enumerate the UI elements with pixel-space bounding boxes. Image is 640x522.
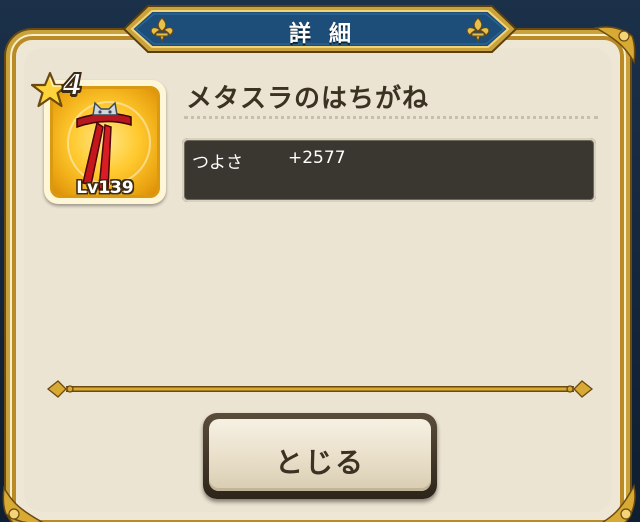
detail-dialog: 詳細 4 Lv139 メタスラのはちがね つよさ +2577 とじる <box>0 0 640 522</box>
close-button-face: とじる <box>209 419 431 491</box>
item-name: メタスラのはちがね <box>186 84 430 114</box>
rarity-number: 4 <box>61 67 84 104</box>
corner-ornament-icon <box>597 483 636 522</box>
name-divider <box>184 116 598 119</box>
close-button-label: とじる <box>274 446 365 479</box>
stat-value: +2577 <box>288 148 346 168</box>
stat-label: つよさ <box>192 153 243 173</box>
stat-box: つよさ +2577 <box>182 138 596 202</box>
corner-ornament-icon <box>2 485 45 522</box>
corner-ornament-icon <box>593 26 636 65</box>
close-button[interactable]: とじる <box>203 413 437 499</box>
title-banner: 詳細 <box>122 2 518 56</box>
ornamental-divider <box>46 380 594 398</box>
dialog-title: 詳細 <box>288 22 369 47</box>
item-level: Lv139 <box>76 178 134 198</box>
